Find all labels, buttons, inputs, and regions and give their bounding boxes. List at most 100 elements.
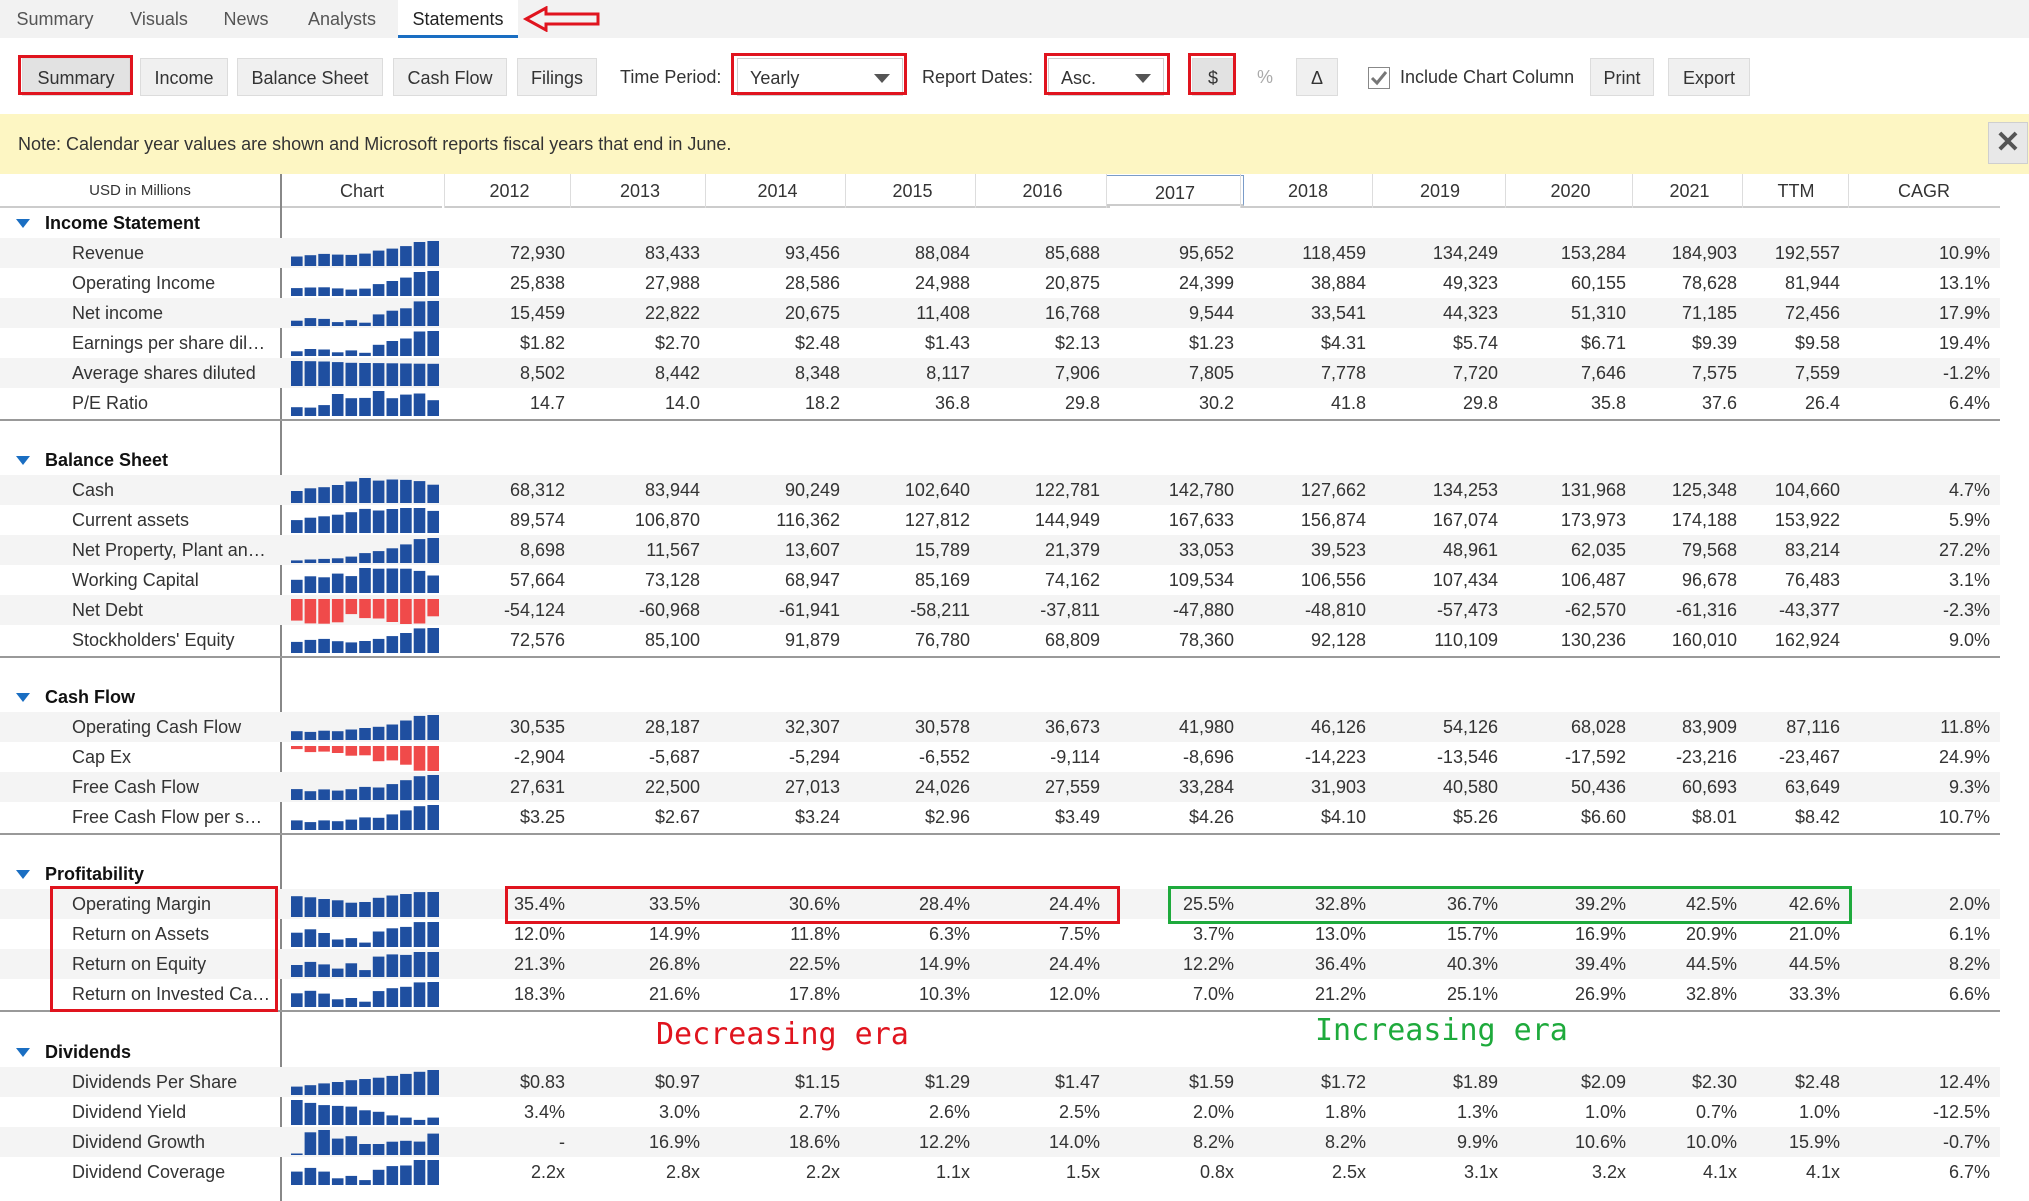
year-header[interactable]: 2016	[975, 174, 1110, 208]
cell-value: 16,768	[1044, 303, 1100, 323]
table-row: Stockholders' Equity 72,576 85,100 91,879 76…	[0, 625, 2000, 655]
close-icon[interactable]: ✕	[1988, 122, 2028, 164]
row-mini-chart	[291, 1100, 439, 1125]
row-label[interactable]: Dividends Per Share	[72, 1067, 272, 1097]
mini-chart-bar	[386, 479, 399, 503]
year-header[interactable]: 2017	[1106, 175, 1244, 206]
row-label[interactable]: Dividend Growth	[72, 1127, 272, 1157]
collapse-triangle-icon[interactable]	[16, 870, 30, 879]
row-label[interactable]: Operating Income	[72, 268, 272, 298]
percent-button[interactable]: %	[1244, 58, 1286, 96]
section-header[interactable]: Profitability	[0, 859, 280, 889]
year-header[interactable]: 2020	[1505, 174, 1636, 208]
export-button[interactable]: Export	[1668, 58, 1750, 96]
year-header[interactable]: 2019	[1372, 174, 1508, 208]
collapse-triangle-icon[interactable]	[16, 219, 30, 228]
collapse-triangle-icon[interactable]	[16, 456, 30, 465]
row-label[interactable]: Return on Equity	[72, 949, 272, 979]
balance-sheet-button[interactable]: Balance Sheet	[237, 58, 383, 96]
cell-value: 24,026	[914, 777, 970, 797]
cell-value: 27,559	[1044, 777, 1100, 797]
cell-value: 7,720	[1452, 363, 1498, 383]
year-header[interactable]: TTM	[1742, 174, 1850, 208]
row-label[interactable]: Current assets	[72, 505, 272, 535]
collapse-triangle-icon[interactable]	[16, 1048, 30, 1057]
mini-chart-bar	[304, 1102, 317, 1125]
row-label[interactable]: Average shares diluted	[72, 358, 272, 388]
tab-news[interactable]: News	[208, 0, 284, 38]
year-header[interactable]: 2015	[845, 174, 980, 208]
row-label[interactable]: Return on Invested Capital	[72, 979, 272, 1009]
row-label[interactable]: Stockholders' Equity	[72, 625, 272, 655]
cell-value: 76,780	[914, 630, 970, 650]
row-mini-chart	[291, 271, 439, 296]
cell-value: 110,109	[1434, 630, 1498, 650]
section-header[interactable]: Income Statement	[0, 208, 280, 238]
include-chart-checkbox[interactable]	[1368, 67, 1390, 89]
collapse-triangle-icon[interactable]	[16, 693, 30, 702]
tab-visuals[interactable]: Visuals	[112, 0, 206, 38]
mini-chart-bar	[386, 1141, 399, 1155]
print-button[interactable]: Print	[1590, 58, 1654, 96]
mini-chart-bar	[359, 786, 371, 800]
mini-chart-bar	[291, 746, 303, 750]
cell-value: 39.2%	[1574, 894, 1626, 914]
row-label[interactable]: Cap Ex	[72, 742, 272, 772]
cell-value: 0.8x	[1199, 1162, 1234, 1182]
mini-chart-bar	[400, 338, 412, 356]
row-label[interactable]: Operating Cash Flow	[72, 712, 272, 742]
filings-button[interactable]: Filings	[517, 58, 597, 96]
row-mini-chart	[291, 599, 439, 624]
time-period-select[interactable]: Yearly	[737, 58, 903, 96]
tab-summary[interactable]: Summary	[0, 0, 110, 38]
mini-chart-bar	[372, 726, 385, 740]
cash-flow-button[interactable]: Cash Flow	[393, 58, 507, 96]
summary-button[interactable]: Summary	[22, 58, 130, 96]
report-dates-select[interactable]: Asc.	[1048, 58, 1164, 96]
row-label[interactable]: Free Cash Flow	[72, 772, 272, 802]
year-header[interactable]: 2021	[1632, 174, 1747, 208]
cell-value: 106,487	[1560, 570, 1626, 590]
row-label[interactable]: Operating Margin	[72, 889, 272, 919]
row-label[interactable]: Net income	[72, 298, 272, 328]
cell-value: -9,114	[1050, 747, 1100, 767]
row-label[interactable]: Free Cash Flow per share	[72, 802, 272, 832]
year-header[interactable]: 2014	[705, 174, 850, 208]
section-title: Profitability	[45, 864, 145, 884]
chart-header: Chart	[282, 174, 442, 208]
year-header[interactable]: 2018	[1240, 174, 1376, 208]
cell-value: -5,294	[788, 747, 840, 767]
time-period-label: Time Period:	[620, 67, 722, 87]
year-header[interactable]: CAGR	[1848, 174, 2000, 208]
mini-chart-bar	[386, 363, 399, 386]
row-label[interactable]: Working Capital	[72, 565, 272, 595]
row-label[interactable]: Revenue	[72, 238, 272, 268]
row-label[interactable]: P/E Ratio	[72, 388, 272, 418]
row-label[interactable]: Return on Assets	[72, 919, 272, 949]
cell-value: -	[559, 1132, 565, 1152]
row-label[interactable]: Net Property, Plant and Equipment	[72, 535, 272, 565]
tab-analysts[interactable]: Analysts	[290, 0, 394, 38]
mini-chart-bar	[372, 344, 385, 356]
cell-value: 72,930	[509, 243, 565, 263]
mini-chart-bar	[318, 1171, 330, 1185]
section-divider	[0, 656, 2000, 658]
mini-chart-bar	[304, 791, 317, 800]
section-header[interactable]: Cash Flow	[0, 682, 280, 712]
row-label[interactable]: Net Debt	[72, 595, 272, 625]
section-header[interactable]: Balance Sheet	[0, 445, 280, 475]
section-header[interactable]: Dividends	[0, 1037, 280, 1067]
row-label[interactable]: Dividend Yield	[72, 1097, 272, 1127]
row-label[interactable]: Cash	[72, 475, 272, 505]
year-header[interactable]: 2013	[570, 174, 710, 208]
year-header[interactable]: 2012	[444, 174, 575, 208]
cell-value: 30.2	[1198, 393, 1234, 413]
delta-button[interactable]: Δ	[1296, 58, 1338, 96]
income-button[interactable]: Income	[140, 58, 228, 96]
mini-chart-bar	[331, 641, 344, 653]
dollar-button[interactable]: $	[1192, 58, 1234, 96]
column-divider	[845, 174, 846, 208]
row-label[interactable]: Earnings per share diluted	[72, 328, 272, 358]
row-label[interactable]: Dividend Coverage	[72, 1157, 272, 1187]
tab-statements[interactable]: Statements	[398, 0, 518, 38]
